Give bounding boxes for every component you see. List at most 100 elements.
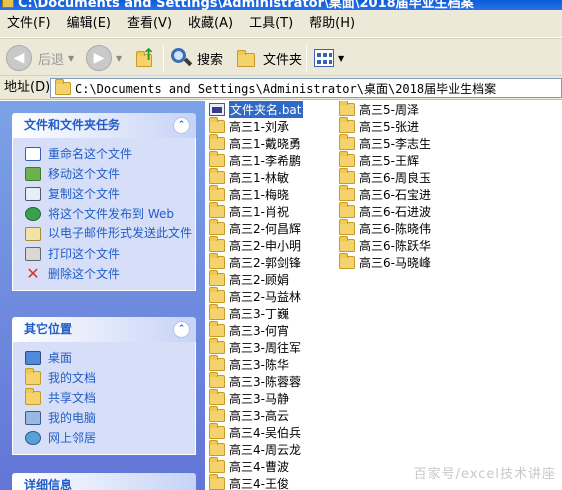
item-label: 高三3-周往军 bbox=[229, 341, 301, 355]
menu-help[interactable]: 帮助(H) bbox=[301, 10, 363, 38]
item-label: 高三1-刘承 bbox=[229, 120, 289, 134]
details-header[interactable]: 详细信息 bbox=[12, 473, 196, 490]
folder-item[interactable]: 高三2-顾娟 bbox=[209, 270, 303, 288]
menu-view[interactable]: 查看(V) bbox=[119, 10, 180, 38]
folder-item[interactable]: 高三2-马益林 bbox=[209, 287, 303, 305]
folder-item[interactable]: 高三3-丁巍 bbox=[209, 304, 303, 322]
folder-icon bbox=[339, 236, 355, 252]
place-my-computer[interactable]: 我的电脑 bbox=[25, 408, 195, 428]
folder-icon bbox=[339, 101, 355, 116]
folder-item[interactable]: 高三2-申小明 bbox=[209, 236, 303, 254]
toolbar: ◀ 后退 ▼ ▶ ▼ ↑ 搜索 文件夹 ▼ bbox=[0, 38, 562, 76]
folder-item[interactable]: 高三3-陈蓉蓉 bbox=[209, 372, 303, 390]
collapse-icon[interactable]: ⌃ bbox=[173, 321, 190, 338]
up-folder-button[interactable]: ↑ bbox=[134, 39, 156, 77]
folder-item[interactable]: 高三2-郭剑锋 bbox=[209, 253, 303, 271]
address-input[interactable]: C:\Documents and Settings\Administrator\… bbox=[50, 78, 562, 98]
folder-item[interactable]: 高三6-周良玉 bbox=[339, 168, 431, 186]
folder-icon bbox=[209, 355, 225, 371]
place-desktop[interactable]: 桌面 bbox=[25, 348, 195, 368]
folder-icon bbox=[209, 321, 225, 337]
folder-item[interactable]: 高三6-陈跃华 bbox=[339, 236, 431, 254]
collapse-icon[interactable]: ⌃ bbox=[173, 117, 190, 134]
folder-item[interactable]: 高三3-周往军 bbox=[209, 338, 303, 356]
folder-icon bbox=[209, 185, 225, 201]
item-label: 高三3-何宵 bbox=[229, 324, 289, 338]
folder-item[interactable]: 高三3-何宵 bbox=[209, 321, 303, 339]
folder-icon bbox=[209, 372, 225, 388]
folder-item[interactable]: 高三3-高云 bbox=[209, 406, 303, 424]
task-email[interactable]: 以电子邮件形式发送此文件 bbox=[25, 224, 195, 244]
folder-item[interactable]: 高三5-张进 bbox=[339, 117, 431, 135]
item-label: 高三3-丁巍 bbox=[229, 307, 289, 321]
computer-icon bbox=[25, 411, 41, 425]
folder-item[interactable]: 高三1-刘承 bbox=[209, 117, 303, 135]
item-label: 高三6-陈晓伟 bbox=[359, 222, 431, 236]
folder-item[interactable]: 高三5-周泽 bbox=[339, 101, 431, 118]
folder-icon bbox=[209, 474, 225, 490]
item-label: 高三3-高云 bbox=[229, 409, 289, 423]
file-tasks-panel: 文件和文件夹任务 ⌃ 重命名这个文件 移动这个文件 复制这个文件 将这个文件发布… bbox=[12, 113, 196, 291]
file-column-2: 高三5-周泽 高三5-张进 高三5-李志生 高三5-王辉 高三6-周良玉 高三6-石宝进高… bbox=[339, 101, 431, 271]
folders-button[interactable]: 文件夹 bbox=[236, 39, 302, 77]
task-label: 将这个文件发布到 Web bbox=[48, 207, 174, 221]
other-places-header[interactable]: 其它位置 ⌃ bbox=[12, 317, 196, 342]
file-item[interactable]: 文件夹名.bat bbox=[209, 101, 303, 118]
forward-button[interactable]: ▶ ▼ bbox=[86, 39, 122, 77]
folder-item[interactable]: 高三1-戴晓勇 bbox=[209, 134, 303, 152]
globe-icon bbox=[25, 207, 41, 221]
item-label: 高三4-王俊 bbox=[229, 477, 289, 490]
views-button[interactable]: ▼ bbox=[314, 39, 344, 77]
menu-favorites[interactable]: 收藏(A) bbox=[180, 10, 241, 38]
folder-icon bbox=[55, 78, 71, 95]
folder-icon bbox=[209, 270, 225, 286]
folder-item[interactable]: 高三2-何昌辉 bbox=[209, 219, 303, 237]
place-shared-documents[interactable]: 共享文档 bbox=[25, 388, 195, 408]
task-rename[interactable]: 重命名这个文件 bbox=[25, 144, 195, 164]
folder-item[interactable]: 高三1-李希鹏 bbox=[209, 151, 303, 169]
folder-item[interactable]: 高三4-王俊 bbox=[209, 474, 303, 490]
folder-item[interactable]: 高三3-陈华 bbox=[209, 355, 303, 373]
folder-icon bbox=[209, 219, 225, 235]
menu-bar: 文件(F) 编辑(E) 查看(V) 收藏(A) 工具(T) 帮助(H) bbox=[0, 10, 562, 38]
folder-item[interactable]: 高三6-石宝进 bbox=[339, 185, 431, 203]
folder-icon bbox=[209, 389, 225, 405]
folder-item[interactable]: 高三1-肖祝 bbox=[209, 202, 303, 220]
folder-icon bbox=[339, 151, 355, 167]
task-pane: 文件和文件夹任务 ⌃ 重命名这个文件 移动这个文件 复制这个文件 将这个文件发布… bbox=[0, 101, 205, 490]
task-copy[interactable]: 复制这个文件 bbox=[25, 184, 195, 204]
folder-icon bbox=[209, 406, 225, 422]
folder-item[interactable]: 高三6-陈晓伟 bbox=[339, 219, 431, 237]
task-publish-web[interactable]: 将这个文件发布到 Web bbox=[25, 204, 195, 224]
file-tasks-header[interactable]: 文件和文件夹任务 ⌃ bbox=[12, 113, 196, 138]
place-my-documents[interactable]: 我的文档 bbox=[25, 368, 195, 388]
folder-item[interactable]: 高三4-曹波 bbox=[209, 457, 303, 475]
folder-icon bbox=[339, 202, 355, 218]
folder-item[interactable]: 高三5-李志生 bbox=[339, 134, 431, 152]
details-panel: 详细信息 bbox=[12, 473, 196, 490]
menu-tools[interactable]: 工具(T) bbox=[241, 10, 301, 38]
task-move[interactable]: 移动这个文件 bbox=[25, 164, 195, 184]
folder-item[interactable]: 高三6-马晓峰 bbox=[339, 253, 431, 271]
task-print[interactable]: 打印这个文件 bbox=[25, 244, 195, 264]
back-button[interactable]: ◀ 后退 ▼ bbox=[6, 39, 74, 77]
folder-item[interactable]: 高三3-马静 bbox=[209, 389, 303, 407]
place-network[interactable]: 网上邻居 bbox=[25, 428, 195, 448]
folder-item[interactable]: 高三1-梅晓 bbox=[209, 185, 303, 203]
folder-icon bbox=[209, 253, 225, 269]
address-bar: 地址(D) C:\Documents and Settings\Administ… bbox=[0, 76, 562, 100]
search-button[interactable]: 搜索 bbox=[170, 39, 223, 77]
place-label: 桌面 bbox=[48, 351, 73, 365]
task-delete[interactable]: ✕ 删除这个文件 bbox=[25, 264, 195, 284]
item-label: 高三2-马益林 bbox=[229, 290, 301, 304]
folder-item[interactable]: 高三4-周云龙 bbox=[209, 440, 303, 458]
task-label: 删除这个文件 bbox=[48, 267, 121, 281]
menu-edit[interactable]: 编辑(E) bbox=[59, 10, 119, 38]
folder-item[interactable]: 高三5-王辉 bbox=[339, 151, 431, 169]
folder-item[interactable]: 高三6-石进波 bbox=[339, 202, 431, 220]
folder-item[interactable]: 高三4-吴伯兵 bbox=[209, 423, 303, 441]
folder-item[interactable]: 高三1-林敏 bbox=[209, 168, 303, 186]
menu-file[interactable]: 文件(F) bbox=[0, 10, 59, 38]
address-label: 地址(D) bbox=[4, 80, 51, 95]
item-label: 高三6-石进波 bbox=[359, 205, 431, 219]
